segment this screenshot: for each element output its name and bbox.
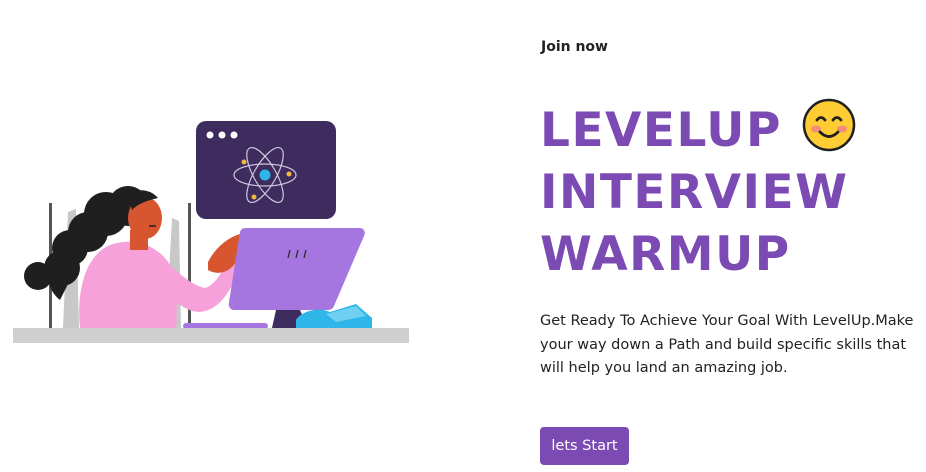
- headline-line-1: LEVELUP: [540, 98, 856, 162]
- headline-line-1-text: LEVELUP: [540, 103, 782, 158]
- hero-headline: LEVELUP INTERVIEW WARMUP: [540, 98, 856, 286]
- headline-line-2: INTERVIEW: [540, 165, 849, 220]
- smiling-face-emoji-icon: [802, 98, 856, 152]
- woman-face: [128, 190, 162, 250]
- woman-at-computer-illustration: [13, 121, 409, 343]
- atom-window: [196, 121, 336, 219]
- desk: [13, 328, 409, 343]
- hero-description: Get Ready To Achieve Your Goal With Leve…: [540, 313, 914, 376]
- headline-line-3: WARMUP: [540, 227, 791, 282]
- lets-start-button[interactable]: lets Start: [540, 427, 629, 465]
- join-now-link[interactable]: Join now: [541, 38, 608, 56]
